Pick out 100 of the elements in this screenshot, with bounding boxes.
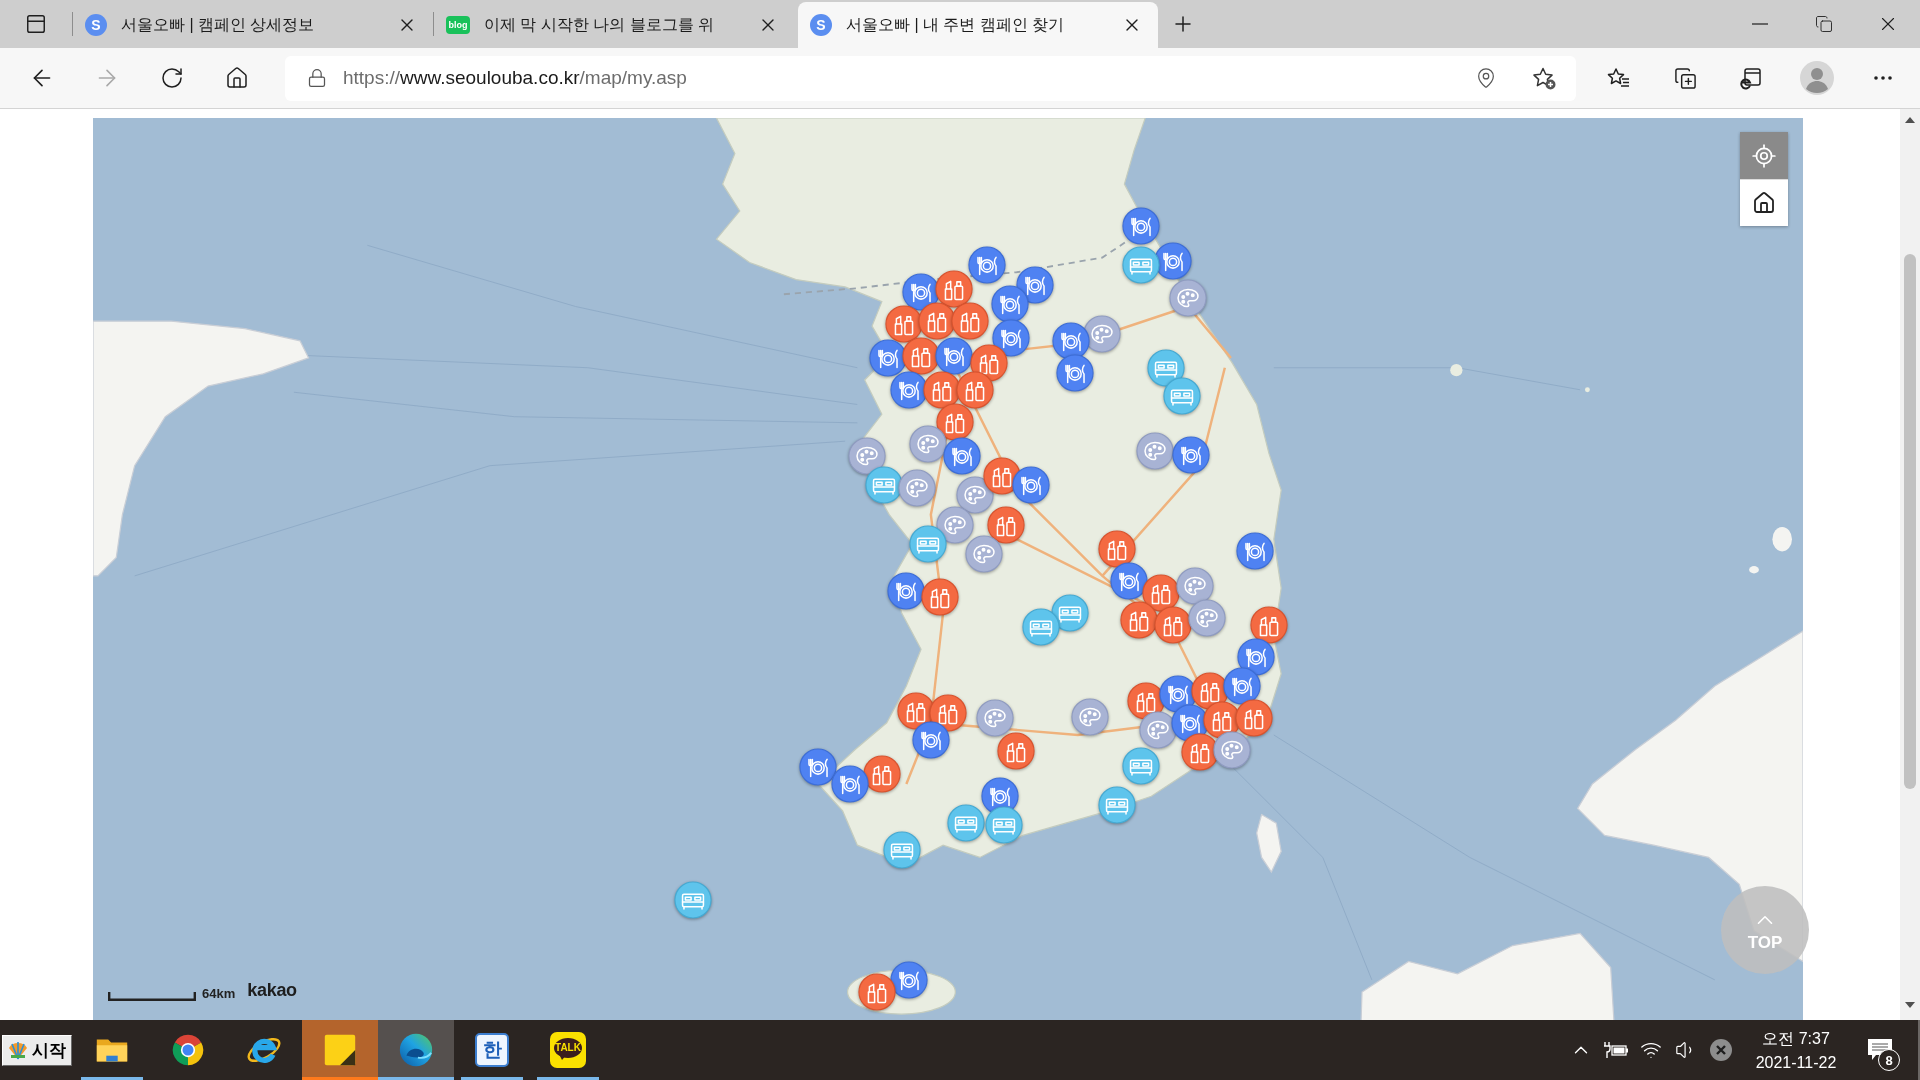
scroll-up-icon[interactable] xyxy=(1905,117,1915,123)
palette-marker-icon[interactable] xyxy=(898,468,937,507)
cutlery-marker-icon[interactable] xyxy=(830,765,869,804)
provider-logo: kakao xyxy=(247,980,297,1001)
bed-marker-icon[interactable] xyxy=(1021,608,1060,647)
cutlery-marker-icon[interactable] xyxy=(1122,206,1161,245)
start-button[interactable]: 시작 xyxy=(2,1034,72,1066)
tab[interactable]: blog 이제 막 시작한 나의 블로그를 위 xyxy=(434,2,794,48)
clock-time[interactable]: 오전 7:37 xyxy=(1762,1028,1830,1050)
palette-marker-icon[interactable] xyxy=(965,534,1004,573)
cutlery-marker-icon[interactable] xyxy=(1052,321,1091,360)
taskbar-button[interactable]: TALK xyxy=(530,1020,606,1080)
cutlery-marker-icon[interactable] xyxy=(868,339,907,377)
cutlery-marker-icon[interactable] xyxy=(798,748,837,786)
palette-marker-icon[interactable] xyxy=(976,699,1015,737)
lipstick-marker-icon[interactable] xyxy=(862,755,901,794)
site-favicon: S xyxy=(810,14,832,36)
cutlery-marker-icon[interactable] xyxy=(1109,561,1148,600)
cutlery-marker-icon[interactable] xyxy=(887,571,926,610)
bed-marker-icon[interactable] xyxy=(1162,376,1201,415)
bed-marker-icon[interactable] xyxy=(1097,785,1136,824)
tab-title: 서울오빠 | 내 주변 캠페인 찾기 xyxy=(846,14,1066,35)
lipstick-marker-icon[interactable] xyxy=(901,336,940,375)
address-field[interactable]: https://www.seoulouba.co.kr/map/my.asp xyxy=(285,55,1576,101)
scale-label: 64km xyxy=(202,986,236,1001)
lipstick-marker-icon[interactable] xyxy=(1097,530,1136,568)
palette-marker-icon[interactable] xyxy=(1188,598,1227,637)
palette-marker-icon[interactable] xyxy=(1135,432,1174,471)
bed-marker-icon[interactable] xyxy=(1122,245,1161,284)
palette-marker-icon[interactable] xyxy=(1168,279,1207,317)
island xyxy=(1584,387,1590,393)
home-icon xyxy=(225,66,249,90)
map-home-button[interactable] xyxy=(1740,179,1788,226)
island xyxy=(1749,566,1759,574)
bed-marker-icon[interactable] xyxy=(674,881,712,920)
cutlery-marker-icon[interactable] xyxy=(1222,667,1261,706)
cutlery-marker-icon[interactable] xyxy=(1236,532,1275,571)
notification-count: 8 xyxy=(1878,1049,1900,1071)
lipstick-marker-icon[interactable] xyxy=(1154,605,1192,644)
palette-marker-icon[interactable] xyxy=(1139,711,1178,750)
edge-icon xyxy=(397,1031,435,1069)
bed-marker-icon[interactable] xyxy=(909,525,948,564)
palette-marker-icon[interactable] xyxy=(1212,730,1251,769)
url-text: https://www.seoulouba.co.kr/map/my.asp xyxy=(343,67,688,89)
cutlery-marker-icon[interactable] xyxy=(934,336,973,375)
talk-logo: TALK xyxy=(550,1032,586,1068)
cutlery-marker-icon[interactable] xyxy=(992,319,1031,358)
battery-plug-icon xyxy=(1602,1041,1629,1059)
lipstick-marker-icon[interactable] xyxy=(997,732,1036,771)
star-plus-icon xyxy=(1532,66,1556,90)
bed-marker-icon[interactable] xyxy=(1122,746,1161,785)
lipstick-marker-icon[interactable] xyxy=(1234,699,1273,737)
cutlery-marker-icon[interactable] xyxy=(889,370,928,409)
bed-marker-icon[interactable] xyxy=(947,804,986,843)
lipstick-marker-icon[interactable] xyxy=(955,370,994,409)
cutlery-marker-icon[interactable] xyxy=(911,721,950,760)
tab[interactable]: S 서울오빠 | 내 주변 캠페인 찾기 xyxy=(798,2,1158,48)
lipstick-marker-icon[interactable] xyxy=(950,302,989,341)
home-icon xyxy=(1752,191,1776,215)
lipstick-marker-icon[interactable] xyxy=(857,973,896,1012)
notification-button[interactable]: 8 xyxy=(1854,1025,1906,1075)
refresh-icon xyxy=(160,66,184,90)
bed-marker-icon[interactable] xyxy=(865,466,903,505)
lipstick-marker-icon[interactable] xyxy=(987,505,1026,544)
collections-icon xyxy=(1673,66,1697,90)
lipstick-marker-icon[interactable] xyxy=(1119,601,1158,640)
favorites-icon xyxy=(1607,66,1631,90)
lock-icon xyxy=(307,68,327,88)
more-icon xyxy=(1874,76,1892,80)
scroll-down-icon[interactable] xyxy=(1905,1002,1915,1008)
restore-icon xyxy=(1815,15,1833,33)
cutlery-marker-icon[interactable] xyxy=(943,436,982,475)
palette-marker-icon[interactable] xyxy=(909,424,948,463)
taskbar-button[interactable] xyxy=(302,1020,378,1080)
bed-marker-icon[interactable] xyxy=(883,831,922,870)
scrollbar-thumb[interactable] xyxy=(1904,254,1916,789)
ie-mode-icon xyxy=(1739,66,1763,90)
cutlery-marker-icon[interactable] xyxy=(1172,435,1211,474)
tab[interactable]: S 서울오빠 | 캠페인 상세정보 xyxy=(73,2,433,48)
taskbar-button[interactable]: 한 xyxy=(454,1020,530,1080)
island xyxy=(1772,526,1792,552)
lipstick-marker-icon[interactable] xyxy=(1249,605,1288,644)
cutlery-marker-icon[interactable] xyxy=(1237,637,1276,676)
lipstick-marker-icon[interactable] xyxy=(921,577,960,616)
cutlery-marker-icon[interactable] xyxy=(1011,466,1050,505)
palette-marker-icon[interactable] xyxy=(847,436,886,475)
tab-title: 서울오빠 | 캠페인 상세정보 xyxy=(121,14,316,35)
clock-date[interactable]: 2021-11-22 xyxy=(1755,1053,1837,1072)
island xyxy=(1450,364,1463,377)
cutlery-marker-icon[interactable] xyxy=(889,961,928,1000)
cutlery-marker-icon[interactable] xyxy=(967,245,1006,284)
lipstick-marker-icon[interactable] xyxy=(1180,733,1219,772)
lipstick-marker-icon[interactable] xyxy=(917,302,956,341)
cutlery-marker-icon[interactable] xyxy=(991,285,1030,324)
bed-marker-icon[interactable] xyxy=(985,805,1023,844)
bed-marker-icon[interactable] xyxy=(1146,348,1185,387)
palette-marker-icon[interactable] xyxy=(1176,566,1215,605)
palette-marker-icon[interactable] xyxy=(1070,697,1109,736)
cutlery-marker-icon[interactable] xyxy=(1056,353,1095,392)
site-favicon: S xyxy=(85,14,107,36)
